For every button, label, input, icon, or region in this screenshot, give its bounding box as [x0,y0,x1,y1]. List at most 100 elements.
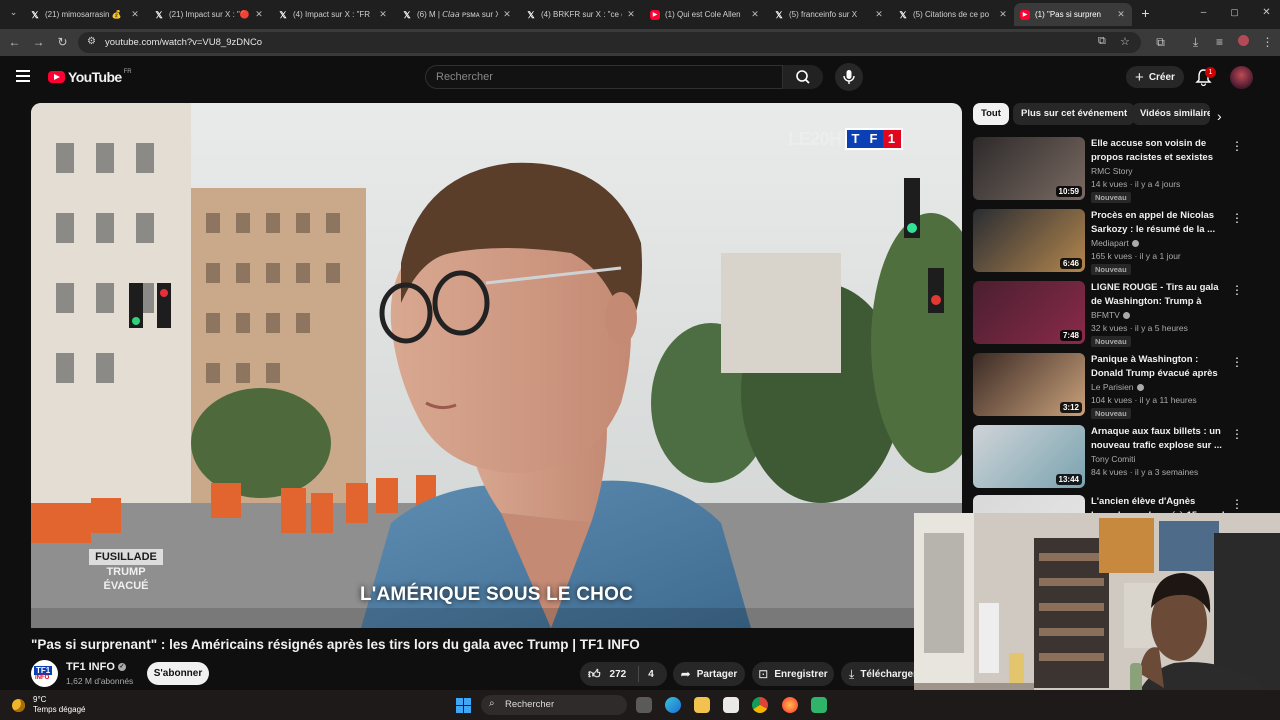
store-icon[interactable] [723,697,739,713]
video-thumbnail[interactable]: 10:59 [973,137,1085,200]
tab-close-icon[interactable]: ✕ [502,9,512,20]
tab-close-icon[interactable]: ✕ [998,9,1008,20]
video-thumbnail[interactable]: 7:48 [973,281,1085,344]
recommendation-channel[interactable]: Tony Comiti [1091,454,1135,464]
hamburger-menu-icon[interactable] [16,70,30,82]
address-bar[interactable]: ⚙ youtube.com/watch?v=VU8_9zDNCo ⧉ ☆ [78,32,1141,53]
tab-close-icon[interactable]: ✕ [874,9,884,20]
chrome-icon[interactable] [752,697,768,713]
save-button[interactable]: ⊡ Enregistrer [752,662,834,686]
more-options-icon[interactable]: ⋮ [1231,283,1243,297]
browser-menu-icon[interactable]: ⋮ [1259,34,1276,51]
media-controls-icon[interactable]: ≡ [1211,34,1228,51]
video-thumbnail[interactable]: 13:44 [973,425,1085,488]
video-thumbnail[interactable] [973,495,1085,513]
video-player[interactable]: LE20H T F 1 FUSILLADE TRUMP ÉVACUÉ L'AMÉ… [31,103,962,628]
install-app-icon[interactable]: ⧉ [1098,35,1106,48]
maximize-icon[interactable]: ▢ [1226,4,1243,21]
x-favicon-icon: 𝕏 [155,9,163,20]
x-favicon-icon: 𝕏 [527,9,535,20]
chip-event[interactable]: Plus sur cet événement [1013,103,1136,125]
browser-tab[interactable]: ▶ (1) Qui est Cole Allen ✕ [644,3,766,26]
browser-tab[interactable]: 𝕏 (21) Impact sur X : "🔴 ✕ [148,3,270,26]
thumbs-up-icon[interactable]: 👍︎ [588,667,601,682]
chip-all[interactable]: Tout [973,103,1009,125]
weather-widget[interactable]: 9°C Temps dégagé [12,695,85,715]
forward-icon[interactable]: → [30,34,47,51]
reload-icon[interactable]: ↻ [54,34,71,51]
create-label: Créer [1148,71,1175,83]
youtube-logo[interactable]: YouTube FR [48,69,132,85]
browser-tab[interactable]: 𝕏 (5) Citations de ce po ✕ [892,3,1014,26]
file-explorer-icon[interactable] [694,697,710,713]
recommendation-title[interactable]: L'ancien élève d'Agnès Lassale condamné … [1091,495,1231,513]
like-count[interactable]: 272 [610,669,627,680]
tab-close-icon[interactable]: ✕ [626,9,636,20]
recommendation-channel[interactable]: Le Parisien [1091,382,1144,392]
recommendation-card[interactable]: 10:59 Elle accuse son voisin de propos ra… [973,137,1263,203]
browser-tab[interactable]: 𝕏 (21) mimosarrasin 💰 ✕ [24,3,146,26]
recommendation-card[interactable]: 3:12 Panique à Washington : Donald Trump … [973,353,1263,419]
more-options-icon[interactable]: ⋮ [1231,139,1243,153]
browser-tab[interactable]: ▶ (1) "Pas si surpren ✕ [1014,3,1132,26]
browser-tab[interactable]: 𝕏 (5) franceinfo sur X ✕ [768,3,890,26]
tab-close-icon[interactable]: ✕ [130,9,140,20]
recommendation-card[interactable]: 7:48 LIGNE ROUGE - Tirs au gala de Washin… [973,281,1263,347]
recommendation-title[interactable]: LIGNE ROUGE - Tirs au gala de Washington… [1091,281,1231,308]
more-options-icon[interactable]: ⋮ [1231,211,1243,225]
recommendation-title[interactable]: Panique à Washington : Donald Trump évac… [1091,353,1231,380]
recommendation-meta: 32 k vues · il y a 5 heures [1091,323,1188,333]
back-icon[interactable]: ← [6,34,23,51]
browser-tab[interactable]: 𝕏 (4) Impact sur X : "FR ✕ [272,3,394,26]
profile-icon[interactable] [1235,34,1252,51]
voice-search-button[interactable] [835,63,863,91]
recommendation-title[interactable]: Arnaque aux faux billets : un nouveau tr… [1091,425,1231,452]
tab-search-icon[interactable]: ⌄ [5,4,22,21]
youtube-play-icon [48,71,65,83]
account-avatar[interactable] [1230,66,1253,89]
tab-close-icon[interactable]: ✕ [254,9,264,20]
downloads-icon[interactable]: ⤓ [1187,34,1204,51]
search-input[interactable]: Rechercher [425,65,783,89]
recommendation-card[interactable]: L'ancien élève d'Agnès Lassale condamné … [973,495,1263,513]
more-options-icon[interactable]: ⋮ [1231,427,1243,441]
channel-name[interactable]: TF1 INFO ✓ [66,661,126,673]
browser-tab[interactable]: 𝕏 (4) BRKFR sur X : "ce q ✕ [520,3,642,26]
recommendation-channel[interactable]: BFMTV [1091,310,1130,320]
tab-close-icon[interactable]: ✕ [750,9,760,20]
channel-avatar-info: INFO [35,675,50,681]
search-button[interactable] [783,65,823,89]
windows-start-icon[interactable] [456,698,471,713]
recommendation-title[interactable]: Elle accuse son voisin de propos raciste… [1091,137,1231,164]
browser-tab[interactable]: 𝕏 (6) M | 𝘊𝘭𝘢𝘢 ᴘsᴍᴀ sur X ✕ [396,3,518,26]
video-thumbnail[interactable]: 6:46 [973,209,1085,272]
recommendation-channel[interactable]: Mediapart [1091,238,1139,248]
create-button[interactable]: + Créer [1126,66,1184,88]
tab-close-icon[interactable]: ✕ [1116,9,1126,20]
firefox-icon[interactable] [782,697,798,713]
new-tab-button[interactable]: + [1137,5,1154,22]
tab-close-icon[interactable]: ✕ [378,9,388,20]
extensions-icon[interactable]: ⧉ [1152,34,1169,51]
recommendation-title[interactable]: Procès en appel de Nicolas Sarkozy : le … [1091,209,1231,236]
edge-browser-icon[interactable] [665,697,681,713]
channel-avatar[interactable]: TF1 INFO [31,660,58,687]
minimize-icon[interactable]: – [1195,4,1212,21]
xbox-icon[interactable] [811,697,827,713]
task-view-icon[interactable] [636,697,652,713]
close-window-icon[interactable]: ✕ [1258,4,1275,21]
chip-similar[interactable]: Vidéos similaires [1132,103,1210,125]
dislike-count[interactable]: 4 [648,669,654,680]
bookmark-star-icon[interactable]: ☆ [1120,35,1130,48]
subscribe-button[interactable]: S'abonner [147,662,209,685]
site-info-icon[interactable]: ⚙ [87,36,96,47]
more-options-icon[interactable]: ⋮ [1231,497,1243,511]
recommendation-channel[interactable]: RMC Story [1091,166,1133,176]
recommendation-card[interactable]: 13:44 Arnaque aux faux billets : un nouve… [973,425,1263,491]
video-thumbnail[interactable]: 3:12 [973,353,1085,416]
taskbar-search-input[interactable]: ⌕ Rechercher [481,695,627,715]
recommendation-card[interactable]: 6:46 Procès en appel de Nicolas Sarkozy :… [973,209,1263,275]
chevron-right-icon[interactable]: › [1217,108,1222,124]
share-button[interactable]: ➦ Partager [673,662,745,686]
more-options-icon[interactable]: ⋮ [1231,355,1243,369]
